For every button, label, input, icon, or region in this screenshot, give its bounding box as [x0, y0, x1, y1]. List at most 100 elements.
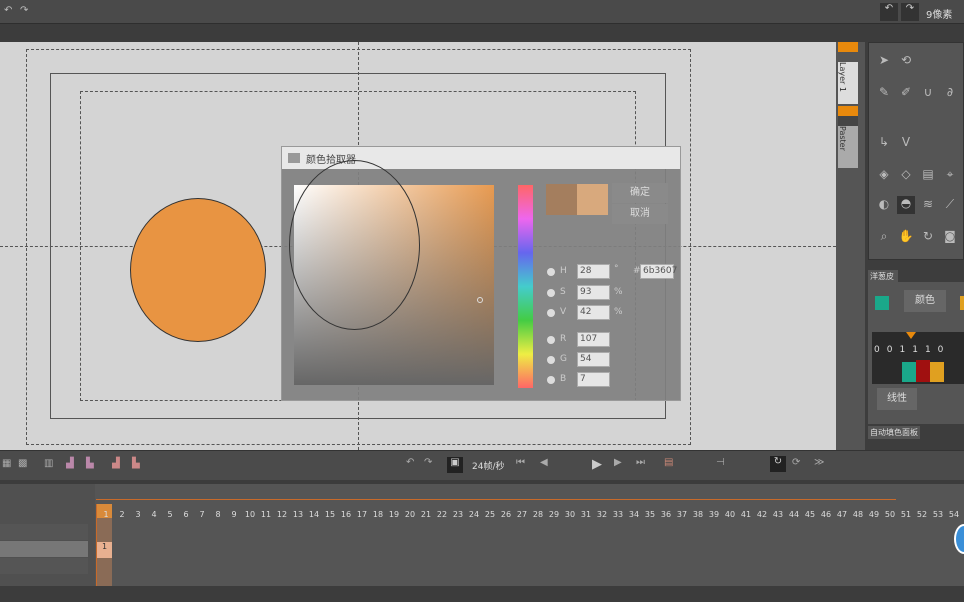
cell-1[interactable]: 1 [97, 542, 112, 558]
frame-number[interactable]: 5 [162, 510, 178, 519]
insert-frame-icon[interactable]: ⊣ [716, 457, 725, 468]
undo-icon[interactable]: ↶ [4, 5, 12, 16]
onion-next-icon[interactable]: ▙ [86, 458, 94, 469]
field-b[interactable]: 7 [577, 372, 610, 387]
radio-h[interactable] [547, 268, 555, 276]
frame-number[interactable]: 26 [498, 510, 514, 519]
frame-number[interactable]: 50 [882, 510, 898, 519]
onion-prev-icon[interactable]: ▟ [66, 458, 74, 469]
layer-2[interactable]: Paster [838, 106, 858, 168]
frame-number[interactable]: 40 [722, 510, 738, 519]
frame-number[interactable]: 47 [834, 510, 850, 519]
floating-button[interactable] [954, 524, 964, 554]
frame-number[interactable]: 49 [866, 510, 882, 519]
frame-number[interactable]: 36 [658, 510, 674, 519]
frame-number[interactable]: 46 [818, 510, 834, 519]
layer-1[interactable]: Layer 1 [838, 42, 858, 104]
frame-number[interactable]: 11 [258, 510, 274, 519]
lasso-button[interactable]: ↷ [901, 3, 919, 21]
color-cursor[interactable] [477, 297, 483, 303]
frame-number[interactable]: 7 [194, 510, 210, 519]
frame-number[interactable]: 3 [130, 510, 146, 519]
track-row-3[interactable] [0, 558, 88, 574]
layout-icon[interactable]: ▩ [18, 458, 27, 469]
loop-icon[interactable]: ↻ [770, 456, 786, 472]
field-h[interactable]: 28 [577, 264, 610, 279]
field-s[interactable]: 93 [577, 285, 610, 300]
hue-slider[interactable] [518, 185, 533, 388]
mode-dropdown[interactable]: 颜色 [904, 290, 946, 312]
frame-number[interactable]: 22 [434, 510, 450, 519]
frame-number[interactable]: 18 [370, 510, 386, 519]
vector-icon[interactable]: V [897, 135, 915, 153]
select-arrow-icon[interactable]: ➤ [875, 53, 893, 71]
lasso-icon[interactable]: ∂ [941, 85, 959, 103]
camera-icon[interactable]: ▤ [664, 457, 673, 468]
frame-number[interactable]: 38 [690, 510, 706, 519]
frame-number[interactable]: 51 [898, 510, 914, 519]
rotate-icon[interactable]: ↻ [919, 229, 937, 247]
redo-icon[interactable]: ↷ [20, 5, 28, 16]
radio-s[interactable] [547, 289, 555, 297]
camera-icon[interactable]: ◙ [941, 229, 959, 247]
frame-number[interactable]: 24 [466, 510, 482, 519]
frame-number[interactable]: 27 [514, 510, 530, 519]
frame-ruler[interactable]: 1 2 3 4 5 6 7 8 9 10 11 12 13 14 15 16 17 18 19 20 21 22 23 24 2… [98, 510, 962, 519]
field-v[interactable]: 42 [577, 305, 610, 320]
frame-number[interactable]: 20 [402, 510, 418, 519]
frame-number[interactable]: 23 [450, 510, 466, 519]
zoom-icon[interactable]: ⌕ [875, 229, 893, 247]
track-row-2[interactable] [0, 541, 88, 557]
orange-circle-shape[interactable] [130, 198, 266, 342]
frame-number[interactable]: 12 [274, 510, 290, 519]
onion-red-next-icon[interactable]: ▙ [132, 458, 140, 469]
frame-number[interactable]: 4 [146, 510, 162, 519]
transform-icon[interactable]: ⟲ [897, 53, 915, 71]
undo-icon[interactable]: ↶ [406, 457, 414, 468]
field-r[interactable]: 107 [577, 332, 610, 347]
speed-icon[interactable]: ≫ [814, 457, 824, 468]
frame-number[interactable]: 15 [322, 510, 338, 519]
pingpong-icon[interactable]: ⟳ [792, 457, 800, 468]
frame-number[interactable]: 41 [738, 510, 754, 519]
interp-dropdown[interactable]: 线性 [877, 388, 917, 410]
prev-frame-icon[interactable]: ◀ [540, 457, 548, 468]
redo-icon[interactable]: ↷ [424, 457, 432, 468]
frame-number[interactable]: 6 [178, 510, 194, 519]
frame-number[interactable]: 19 [386, 510, 402, 519]
cancel-button[interactable]: 取消 [612, 204, 668, 224]
color-swatch-2[interactable] [960, 296, 964, 310]
pencil-icon[interactable]: ✎ [875, 85, 893, 103]
fill-lines-icon[interactable]: ▤ [919, 167, 937, 185]
frame-number[interactable]: 39 [706, 510, 722, 519]
frame-number[interactable]: 32 [594, 510, 610, 519]
frame-number[interactable]: 45 [802, 510, 818, 519]
play-icon[interactable]: ▶ [592, 457, 602, 472]
frame-number[interactable]: 28 [530, 510, 546, 519]
next-frame-icon[interactable]: ▶ [614, 457, 622, 468]
frame-number[interactable]: 2 [114, 510, 130, 519]
frame-number[interactable]: 53 [930, 510, 946, 519]
frame-number[interactable]: 43 [770, 510, 786, 519]
frame-number[interactable]: 25 [482, 510, 498, 519]
play-range[interactable] [96, 499, 896, 500]
frame-number[interactable]: 31 [578, 510, 594, 519]
onion-color-red[interactable] [916, 360, 930, 382]
ok-button[interactable]: 确定 [612, 183, 668, 203]
tab-onion[interactable]: 洋葱皮 [868, 270, 898, 282]
hook-icon[interactable]: ↳ [875, 135, 893, 153]
frame-number[interactable]: 33 [610, 510, 626, 519]
frame-number[interactable]: 9 [226, 510, 242, 519]
track-row-1[interactable] [0, 524, 88, 540]
paint-icon[interactable]: ◐ [875, 197, 893, 215]
eyedropper-icon[interactable]: ⌖ [941, 167, 959, 185]
fill-region-icon[interactable]: ◇ [897, 167, 915, 185]
frame-number[interactable]: 14 [306, 510, 322, 519]
onion-color-yellow[interactable] [930, 362, 944, 382]
field-g[interactable]: 54 [577, 352, 610, 367]
frame-number[interactable]: 16 [338, 510, 354, 519]
frame-number[interactable]: 30 [562, 510, 578, 519]
fps-label[interactable]: 24帧/秒 [472, 459, 505, 472]
frame-rate-icon[interactable]: ▣ [447, 457, 463, 473]
radio-g[interactable] [547, 356, 555, 364]
